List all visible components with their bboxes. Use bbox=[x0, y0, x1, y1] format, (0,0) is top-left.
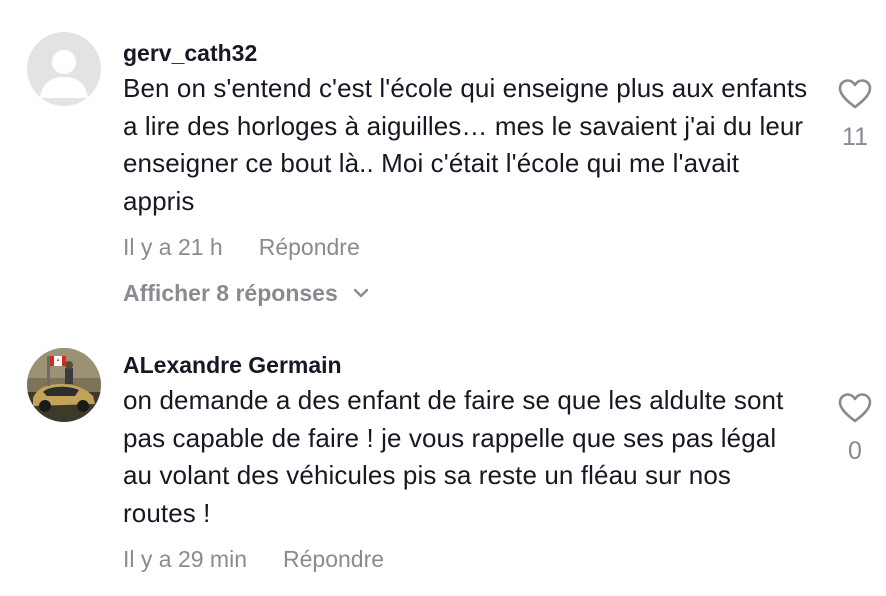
chevron-down-icon bbox=[352, 287, 370, 299]
like-count: 11 bbox=[842, 123, 868, 151]
comment-timestamp: Il y a 21 h bbox=[123, 233, 223, 260]
avatar[interactable] bbox=[27, 348, 101, 422]
comment-username[interactable]: ALexandre Germain bbox=[123, 350, 813, 380]
reply-button[interactable]: Répondre bbox=[283, 546, 384, 573]
comment-item: ALexandre Germain on demande a des enfan… bbox=[0, 330, 886, 596]
like-control: 0 bbox=[830, 392, 880, 466]
comment-meta: Il y a 21 h Répondre bbox=[123, 230, 813, 264]
comment-text: on demande a des enfant de faire se que … bbox=[123, 385, 784, 528]
view-replies-label: Afficher 8 réponses bbox=[123, 279, 338, 306]
heart-icon[interactable] bbox=[830, 78, 880, 115]
default-avatar-icon bbox=[27, 32, 101, 106]
like-control: 11 bbox=[830, 78, 880, 152]
avatar[interactable] bbox=[27, 32, 101, 106]
comment-text: Ben on s'entend c'est l'école qui enseig… bbox=[123, 73, 808, 216]
heart-icon[interactable] bbox=[830, 392, 880, 429]
view-replies-button[interactable]: Afficher 8 réponses bbox=[123, 276, 813, 310]
profile-photo-icon bbox=[27, 348, 101, 422]
comment-meta: Il y a 29 min Répondre bbox=[123, 542, 813, 576]
reply-button[interactable]: Répondre bbox=[259, 234, 360, 261]
comment-item: gerv_cath32 Ben on s'entend c'est l'écol… bbox=[0, 0, 886, 330]
like-count: 0 bbox=[848, 437, 862, 465]
comment-timestamp: Il y a 29 min bbox=[123, 545, 247, 572]
comment-username[interactable]: gerv_cath32 bbox=[123, 38, 813, 68]
